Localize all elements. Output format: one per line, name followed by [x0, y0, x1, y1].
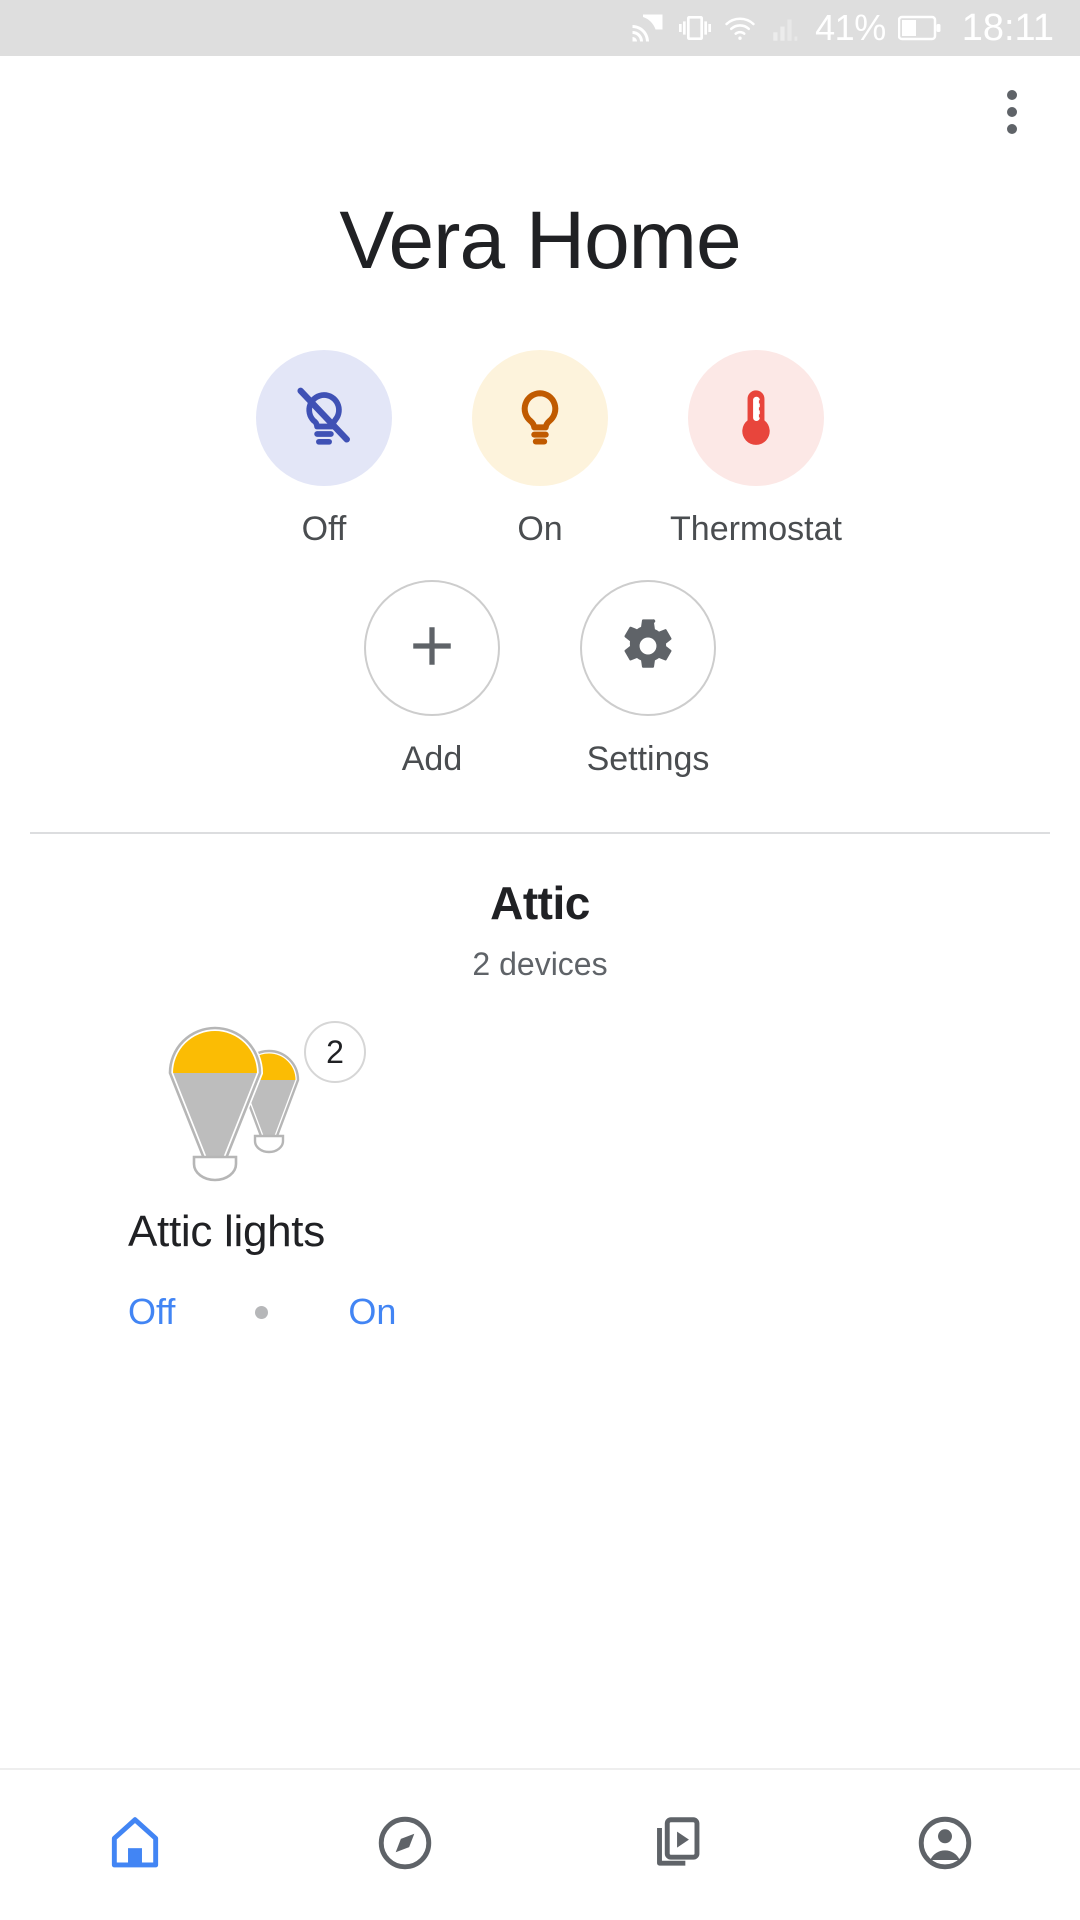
- quick-actions-row-2: Add Settings: [0, 580, 1080, 776]
- quick-action-on-circle: [472, 350, 608, 486]
- nav-account[interactable]: [810, 1770, 1080, 1920]
- quick-action-off-circle: [256, 350, 392, 486]
- nav-media[interactable]: [540, 1770, 810, 1920]
- device-actions: Off On: [128, 1294, 1080, 1330]
- quick-action-add[interactable]: Add: [324, 580, 540, 776]
- signal-icon: [769, 11, 803, 45]
- quick-action-thermostat[interactable]: Thermostat: [648, 350, 864, 546]
- battery-percent: 41%: [815, 7, 886, 48]
- light-group-icon[interactable]: 2: [128, 1018, 366, 1188]
- account-icon: [914, 1812, 976, 1879]
- plus-icon: [402, 616, 462, 681]
- bulb-off-icon: [288, 380, 360, 457]
- bulb-on-icon: [504, 380, 576, 457]
- wifi-icon: [723, 11, 757, 45]
- nav-home[interactable]: [0, 1770, 270, 1920]
- quick-action-on[interactable]: On: [432, 350, 648, 546]
- quick-action-thermostat-label: Thermostat: [670, 510, 842, 548]
- app-bar: [0, 56, 1080, 168]
- home-icon: [104, 1812, 166, 1879]
- quick-action-settings-circle: [580, 580, 716, 716]
- device-count-badge: 2: [304, 1021, 366, 1083]
- nav-explore[interactable]: [270, 1770, 540, 1920]
- quick-action-off[interactable]: Off: [216, 350, 432, 546]
- action-separator-dot: [255, 1305, 269, 1319]
- device-name: Attic lights: [128, 1207, 325, 1256]
- quick-action-thermostat-circle: [688, 350, 824, 486]
- battery-icon: [897, 15, 942, 41]
- cast-icon: [631, 10, 667, 46]
- explore-icon: [374, 1812, 436, 1879]
- section-divider: [30, 832, 1050, 834]
- quick-action-add-label: Add: [401, 740, 463, 778]
- status-clock: 18:11: [961, 7, 1054, 49]
- room-section: Attic 2 devices 2 Attic lights Off On: [0, 880, 1080, 1768]
- quick-action-off-label: Off: [301, 510, 347, 548]
- app-screen: 41% 18:11 Vera Home Off On Thermostat Ad…: [0, 0, 1080, 1920]
- quick-action-settings[interactable]: Settings: [540, 580, 756, 776]
- room-device-count: 2 devices: [472, 946, 608, 982]
- more-options-icon[interactable]: [976, 76, 1048, 148]
- device-on-button[interactable]: On: [348, 1294, 396, 1330]
- quick-action-add-circle: [364, 580, 500, 716]
- page-title: Vera Home: [339, 195, 741, 286]
- quick-action-on-label: On: [517, 510, 563, 548]
- status-bar: 41% 18:11: [0, 0, 1080, 56]
- gear-icon: [619, 617, 677, 680]
- vibrate-icon: [679, 12, 712, 44]
- device-card: 2 Attic lights Off On: [0, 1018, 1080, 1330]
- room-name: Attic: [490, 877, 590, 929]
- quick-action-settings-label: Settings: [586, 740, 710, 778]
- bottom-navigation: [0, 1768, 1080, 1920]
- thermometer-icon: [721, 381, 791, 456]
- media-icon: [644, 1812, 706, 1879]
- device-off-button[interactable]: Off: [128, 1294, 175, 1330]
- quick-actions-row-1: Off On Thermostat: [0, 350, 1080, 546]
